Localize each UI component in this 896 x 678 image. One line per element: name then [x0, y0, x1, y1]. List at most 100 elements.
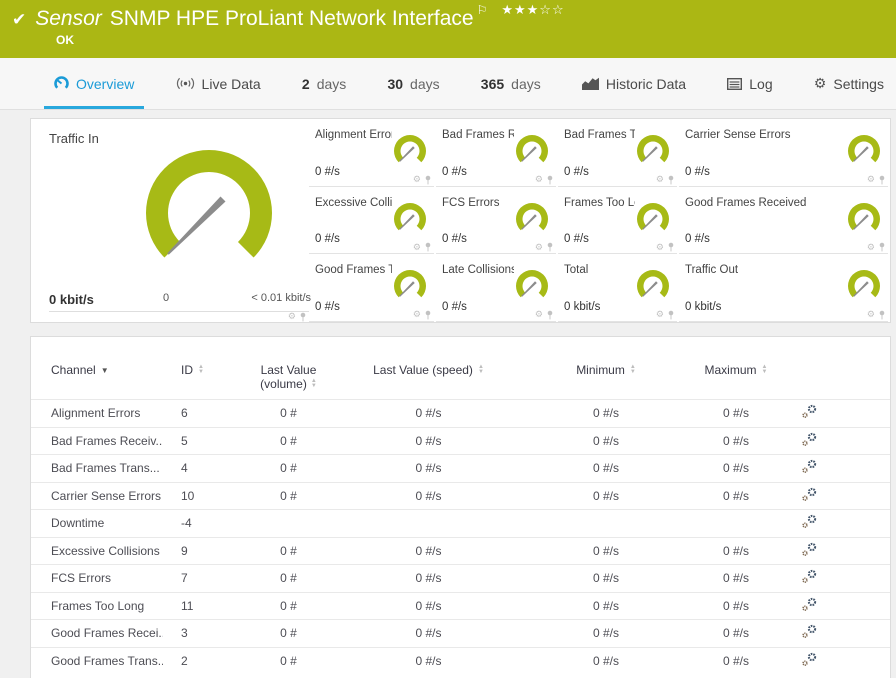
tab-overview[interactable]: Overview — [48, 58, 140, 109]
column-header-channel[interactable]: Channel ▼ — [31, 363, 163, 377]
pin-icon[interactable] — [667, 310, 675, 320]
cell-last-value-volume: 0 # — [251, 571, 326, 585]
channel-gear-icon[interactable]: ⚙ — [535, 175, 543, 184]
pin-icon[interactable] — [878, 242, 886, 252]
cell-last-value-speed: 0 #/s — [326, 434, 531, 448]
traffic-in-gauge — [134, 141, 284, 281]
cell-id: 11 — [163, 599, 251, 613]
channel-gear-icon[interactable]: ⚙ — [656, 310, 664, 319]
channel-gear-icon[interactable]: ⚙ — [413, 175, 421, 184]
gauge-scale-min: 0 — [163, 292, 169, 304]
pin-icon[interactable] — [546, 310, 554, 320]
pin-icon[interactable] — [299, 312, 307, 322]
small-gauge-title: Bad Frames Received — [442, 129, 514, 141]
channel-gear-icon[interactable]: ⚙ — [867, 243, 875, 252]
gear-icon: ⚙ — [814, 75, 827, 92]
cell-last-value-volume: 0 # — [251, 406, 326, 420]
channel-gauge — [842, 132, 886, 172]
small-gauge-value: 0 #/s — [315, 301, 340, 313]
channel-table-panel: Channel ▼ ID ▲▼ Last Value (volume) ▲▼ L… — [30, 336, 891, 678]
flag-icon: ⚐ — [477, 3, 488, 17]
gauge-cell-actions: ⚙ — [656, 242, 675, 252]
cell-maximum: 0 #/s — [681, 599, 791, 613]
tab-log[interactable]: Log — [721, 58, 778, 109]
small-gauge-value: 0 #/s — [564, 233, 589, 245]
edit-channel-gears-icon[interactable] — [791, 597, 890, 615]
edit-channel-gears-icon[interactable] — [791, 652, 890, 670]
tab-historic-data[interactable]: Historic Data — [576, 58, 692, 109]
live-signal-icon — [176, 77, 195, 90]
table-body: Alignment Errors 6 0 # 0 #/s 0 #/s 0 #/s… — [31, 399, 890, 674]
column-header-id[interactable]: ID ▲▼ — [163, 363, 251, 377]
gauge-cell-actions: ⚙ — [288, 312, 307, 322]
pin-icon[interactable] — [424, 175, 432, 185]
cell-last-value-speed: 0 #/s — [326, 544, 531, 558]
table-row: Good Frames Trans... 2 0 # 0 #/s 0 #/s 0… — [31, 647, 890, 675]
column-header-maximum[interactable]: Maximum ▲▼ — [681, 363, 791, 377]
channel-gear-icon[interactable]: ⚙ — [656, 175, 664, 184]
table-row: Downtime -4 — [31, 509, 890, 537]
edit-channel-gears-icon[interactable] — [791, 542, 890, 560]
small-gauge-cell: Excessive Collisions 0 #/s ⚙ — [309, 187, 436, 255]
pin-icon[interactable] — [667, 242, 675, 252]
cell-last-value-speed: 0 #/s — [326, 406, 531, 420]
gauge-cell-actions: ⚙ — [867, 242, 886, 252]
tab-2-days[interactable]: 2 days — [296, 58, 352, 109]
small-gauge-cell: Total 0 kbit/s ⚙ — [558, 254, 679, 322]
pin-icon[interactable] — [424, 242, 432, 252]
gauge-cell-actions: ⚙ — [413, 242, 432, 252]
table-row: Excessive Collisions 9 0 # 0 #/s 0 #/s 0… — [31, 537, 890, 565]
pin-icon[interactable] — [878, 175, 886, 185]
column-header-last-value-speed[interactable]: Last Value (speed) ▲▼ — [326, 363, 531, 377]
channel-gear-icon[interactable]: ⚙ — [413, 310, 421, 319]
cell-last-value-volume: 0 # — [251, 626, 326, 640]
column-header-minimum[interactable]: Minimum ▲▼ — [531, 363, 681, 377]
pin-icon[interactable] — [667, 175, 675, 185]
tab-365-days[interactable]: 365 days — [475, 58, 547, 109]
cell-minimum: 0 #/s — [531, 626, 681, 640]
edit-channel-gears-icon[interactable] — [791, 487, 890, 505]
channel-gear-icon[interactable]: ⚙ — [656, 243, 664, 252]
tab-live-data[interactable]: Live Data — [170, 58, 267, 109]
small-gauge-value: 0 #/s — [442, 166, 467, 178]
cell-id: -4 — [163, 516, 251, 530]
edit-channel-gears-icon[interactable] — [791, 569, 890, 587]
gauge-cell-actions: ⚙ — [656, 175, 675, 185]
channel-gear-icon[interactable]: ⚙ — [867, 310, 875, 319]
pin-icon[interactable] — [424, 310, 432, 320]
channel-gear-icon[interactable]: ⚙ — [535, 243, 543, 252]
tab-bar: Overview Live Data 2 days 30 days 365 da… — [0, 58, 896, 110]
cell-minimum: 0 #/s — [531, 599, 681, 613]
small-gauge-cell: Carrier Sense Errors 0 #/s ⚙ — [679, 119, 890, 187]
table-header-row: Channel ▼ ID ▲▼ Last Value (volume) ▲▼ L… — [31, 363, 890, 399]
channel-gauge — [631, 267, 675, 307]
small-gauge-title: Alignment Errors — [315, 129, 392, 141]
cell-channel: Carrier Sense Errors — [31, 489, 163, 503]
channel-gear-icon[interactable]: ⚙ — [535, 310, 543, 319]
channel-gear-icon[interactable]: ⚙ — [288, 312, 296, 321]
tab-settings[interactable]: ⚙ Settings — [808, 58, 890, 109]
column-header-last-value-volume[interactable]: Last Value (volume) ▲▼ — [251, 363, 326, 391]
table-row: Bad Frames Receiv... 5 0 # 0 #/s 0 #/s 0… — [31, 427, 890, 455]
gauge-cell-actions: ⚙ — [413, 310, 432, 320]
small-gauge-value: 0 kbit/s — [564, 301, 600, 313]
edit-channel-gears-icon[interactable] — [791, 514, 890, 532]
edit-channel-gears-icon[interactable] — [791, 432, 890, 450]
channel-gear-icon[interactable]: ⚙ — [867, 175, 875, 184]
gauge-cell-actions: ⚙ — [535, 310, 554, 320]
channel-gauge — [631, 200, 675, 240]
edit-channel-gears-icon[interactable] — [791, 624, 890, 642]
edit-channel-gears-icon[interactable] — [791, 404, 890, 422]
cell-channel: Good Frames Recei... — [31, 626, 163, 640]
cell-maximum: 0 #/s — [681, 654, 791, 668]
tab-30-days[interactable]: 30 days — [381, 58, 445, 109]
cell-maximum: 0 #/s — [681, 406, 791, 420]
priority-stars[interactable]: ★★★☆☆ — [501, 2, 564, 18]
cell-maximum: 0 #/s — [681, 434, 791, 448]
channel-gear-icon[interactable]: ⚙ — [413, 243, 421, 252]
pin-icon[interactable] — [546, 242, 554, 252]
edit-channel-gears-icon[interactable] — [791, 459, 890, 477]
pin-icon[interactable] — [546, 175, 554, 185]
pin-icon[interactable] — [878, 310, 886, 320]
small-gauge-cell: Good Frames Transmit... 0 #/s ⚙ — [309, 254, 436, 322]
